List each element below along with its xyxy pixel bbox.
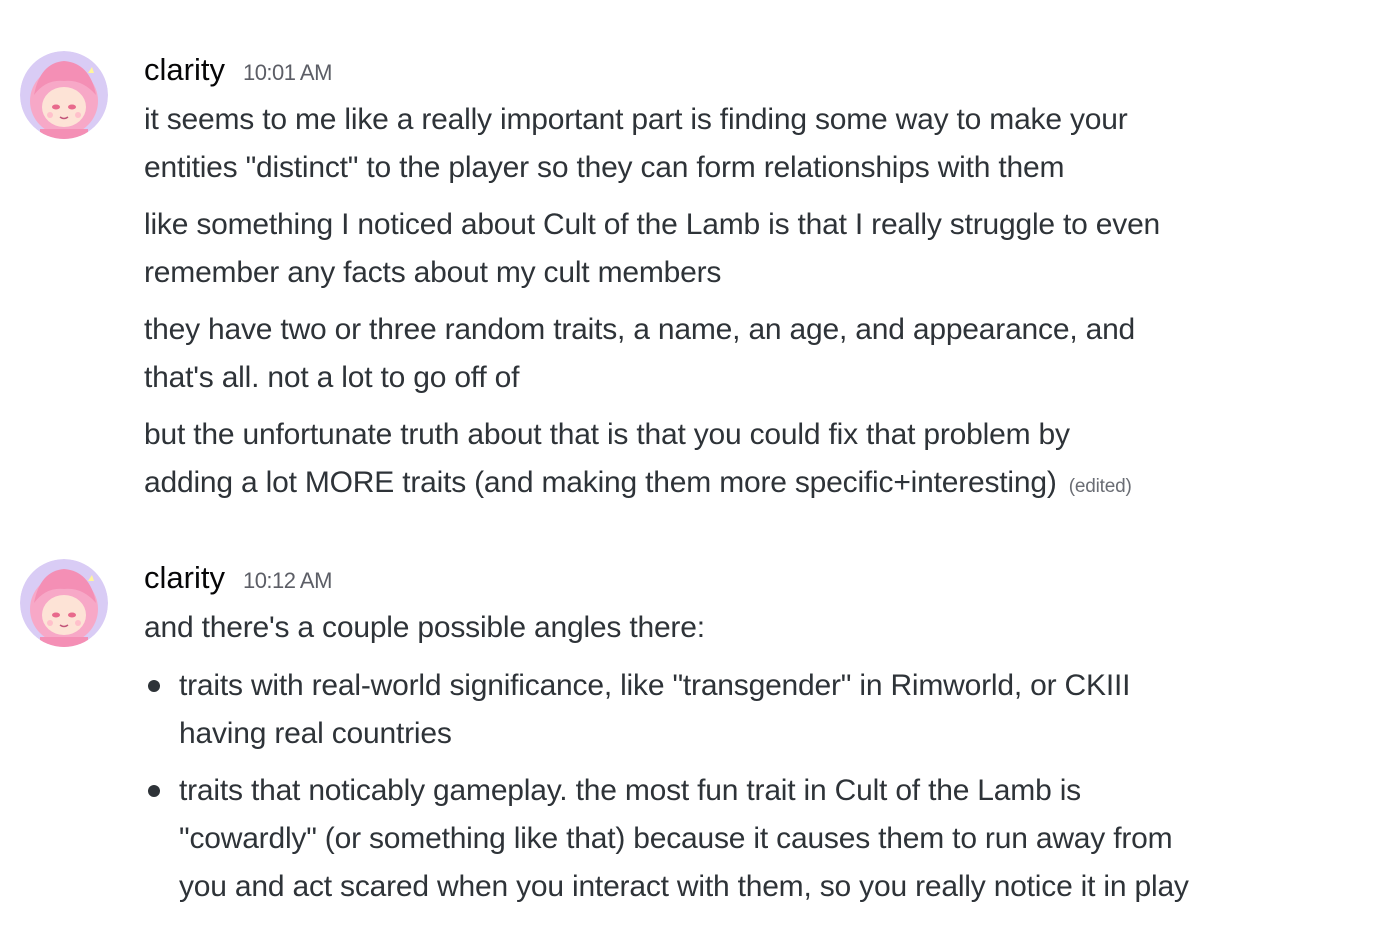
message-line: but the unfortunate truth about that is … [144, 418, 1070, 451]
message-text: adding a lot MORE traits (and making the… [144, 466, 1057, 499]
edited-label: (edited) [1068, 476, 1132, 497]
message-line: they have two or three random traits, a … [144, 313, 1136, 346]
message-line: like something I noticed about Cult of t… [144, 208, 1161, 241]
username[interactable]: clarity [144, 52, 225, 88]
bullet-point [148, 785, 160, 797]
message-line: and there's a couple possible angles the… [144, 611, 705, 644]
bullet-line: "cowardly" (or something like that) beca… [179, 822, 1173, 855]
message-line-last: adding a lot MORE traits (and making the… [144, 459, 1132, 511]
bullet-line: traits that noticably gameplay. the most… [179, 774, 1081, 807]
message-line: remember any facts about my cult members [144, 256, 722, 289]
bullet-line: you and act scared when you interact wit… [179, 870, 1189, 903]
message-header: clarity 10:01 AM [144, 52, 332, 92]
message-line: it seems to me like a really important p… [144, 103, 1128, 136]
message-line: that's all. not a lot to go off of [144, 361, 520, 394]
timestamp[interactable]: 10:01 AM [243, 60, 332, 86]
user-avatar-icon[interactable] [20, 51, 108, 139]
bullet-point [148, 680, 160, 692]
bullet-line: having real countries [179, 717, 452, 750]
user-avatar-icon[interactable] [20, 559, 108, 647]
message-line: entities "distinct" to the player so the… [144, 151, 1065, 184]
message-header: clarity 10:12 AM [144, 560, 332, 600]
bullet-line: traits with real-world significance, lik… [179, 669, 1131, 702]
timestamp[interactable]: 10:12 AM [243, 568, 332, 594]
username[interactable]: clarity [144, 560, 225, 596]
